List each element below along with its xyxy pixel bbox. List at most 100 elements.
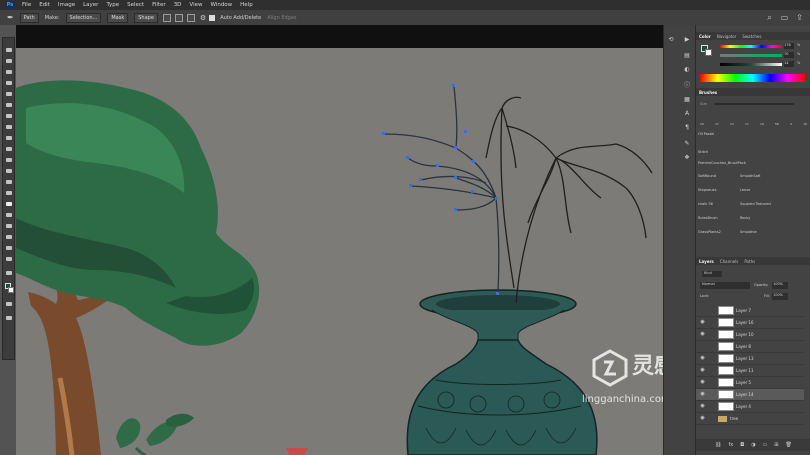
- brush-group-pack[interactable]: PlenemCouchez_BrushPack: [698, 158, 809, 167]
- channel-2-value[interactable]: 70: [784, 52, 794, 58]
- saturation-slider[interactable]: [720, 54, 782, 57]
- path-mode-select[interactable]: Path: [19, 12, 39, 23]
- layer-row[interactable]: ◉ Layer 16: [696, 317, 804, 329]
- eye-icon[interactable]: ◉: [699, 391, 706, 398]
- quick-select-tool-icon[interactable]: [5, 79, 13, 87]
- brush-row-4[interactable]: RulesBrush Rocky: [698, 213, 809, 222]
- brush-stitch[interactable]: Stitch: [698, 147, 809, 156]
- brush-row-3[interactable]: chalk 36 Squared Textured: [698, 199, 809, 208]
- history-icon[interactable]: ⟲: [666, 35, 676, 45]
- eye-icon[interactable]: ◉: [699, 331, 706, 338]
- preset-size-6[interactable]: 56: [775, 115, 779, 127]
- preset-size-7[interactable]: 4: [790, 115, 792, 127]
- layer-row[interactable]: ◉ Layer 13: [696, 353, 804, 365]
- eyedropper-tool-icon[interactable]: [5, 101, 13, 109]
- menu-layer[interactable]: Layer: [83, 2, 98, 8]
- gradient-tool-icon[interactable]: [5, 167, 13, 175]
- make-selection-button[interactable]: Selection...: [65, 12, 102, 23]
- hand-tool-icon[interactable]: [5, 244, 13, 252]
- brush-row-1[interactable]: SoftRound SmoothSoft: [698, 171, 809, 180]
- menu-help[interactable]: Help: [240, 2, 253, 8]
- layer-visibility-icon[interactable]: [699, 307, 706, 314]
- shape-tool-icon[interactable]: [5, 233, 13, 241]
- channel-3-value[interactable]: 14: [784, 61, 794, 67]
- info-icon[interactable]: ⓘ: [682, 81, 692, 91]
- document-canvas[interactable]: 灵感中国 lingganchina.com: [16, 48, 663, 455]
- brush-group-header[interactable]: Oil Pastel: [698, 129, 809, 138]
- layer-row[interactable]: ◉ Layer 5: [696, 377, 804, 389]
- properties-icon[interactable]: ▤: [682, 51, 692, 61]
- new-group-icon[interactable]: ▭: [763, 442, 768, 448]
- layer-group-row[interactable]: ◉ tree: [696, 413, 804, 425]
- tab-navigator[interactable]: Navigator: [717, 34, 737, 39]
- layer-filter-kind[interactable]: Kind: [702, 271, 722, 277]
- make-mask-button[interactable]: Mask: [107, 12, 129, 23]
- hue-slider[interactable]: [720, 45, 782, 48]
- path-selection-tool-icon[interactable]: [5, 222, 13, 230]
- blend-mode-select[interactable]: Normal: [700, 282, 750, 289]
- more-tools-icon[interactable]: [5, 269, 13, 277]
- layer-row[interactable]: Layer 8: [696, 341, 804, 353]
- anchor-points[interactable]: [382, 84, 499, 295]
- preset-size-3[interactable]: 13: [730, 115, 734, 127]
- eye-icon[interactable]: ◉: [699, 355, 706, 362]
- tab-paths[interactable]: Paths: [744, 259, 755, 264]
- eye-icon[interactable]: ◉: [699, 367, 706, 374]
- tab-color[interactable]: Color: [699, 34, 711, 39]
- history-brush-tool-icon[interactable]: [5, 145, 13, 153]
- share-icon[interactable]: ⇪: [795, 13, 804, 22]
- pen-tool-icon-toolbar[interactable]: [5, 200, 13, 208]
- quick-mask-icon[interactable]: [5, 300, 13, 308]
- preset-size-8[interactable]: 10: [803, 115, 807, 127]
- brightness-slider[interactable]: [720, 63, 782, 66]
- channel-1-value[interactable]: 176: [784, 43, 794, 49]
- workspace-icon[interactable]: ▭: [780, 13, 789, 22]
- make-shape-button[interactable]: Shape: [134, 12, 158, 23]
- menu-3d[interactable]: 3D: [174, 2, 182, 8]
- layer-style-icon[interactable]: fx: [728, 442, 733, 448]
- menu-select[interactable]: Select: [127, 2, 144, 8]
- brush-size-slider[interactable]: [714, 103, 794, 105]
- eye-icon[interactable]: ◉: [699, 319, 706, 326]
- layer-row-selected[interactable]: ◉ Layer 14: [696, 389, 804, 401]
- brush-row-5[interactable]: GrassPlants2 Smoothie: [698, 227, 809, 236]
- color-bg-swatch[interactable]: [705, 49, 712, 56]
- auto-add-delete-checkbox[interactable]: [209, 14, 216, 21]
- adjustments-icon[interactable]: ◐: [682, 65, 692, 75]
- actions-icon[interactable]: ▶: [682, 35, 692, 45]
- preset-size-4[interactable]: 17: [745, 115, 749, 127]
- character-icon[interactable]: A: [682, 109, 692, 119]
- eye-icon[interactable]: ◉: [699, 379, 706, 386]
- preset-size-1[interactable]: 10: [700, 115, 704, 127]
- menu-filter[interactable]: Filter: [152, 2, 166, 8]
- layer-row[interactable]: Layer 7: [696, 305, 804, 317]
- search-icon[interactable]: ⌕: [765, 13, 774, 22]
- preset-size-2[interactable]: 17: [715, 115, 719, 127]
- adjustment-layer-icon[interactable]: ◑: [751, 442, 755, 448]
- eraser-tool-icon[interactable]: [5, 156, 13, 164]
- color-spectrum[interactable]: [700, 74, 805, 82]
- move-tool-icon[interactable]: [5, 46, 13, 54]
- path-operations-icon[interactable]: [162, 13, 171, 22]
- crop-tool-icon[interactable]: [5, 90, 13, 98]
- layer-visibility-icon[interactable]: [699, 343, 706, 350]
- paragraph-icon[interactable]: ¶: [682, 123, 692, 133]
- background-color-swatch[interactable]: [8, 287, 14, 293]
- brush-tool-icon[interactable]: [5, 123, 13, 131]
- path-arrangement-icon[interactable]: [186, 13, 195, 22]
- link-layers-icon[interactable]: ⛓: [715, 442, 721, 448]
- lasso-tool-icon[interactable]: [5, 68, 13, 76]
- zoom-tool-icon[interactable]: [5, 255, 13, 263]
- path-alignment-icon[interactable]: [174, 13, 183, 22]
- marquee-tool-icon[interactable]: [5, 57, 13, 65]
- brush-settings-icon[interactable]: ✎: [682, 139, 692, 149]
- brush-row-2[interactable]: Stepneues Lense: [698, 185, 809, 194]
- tab-channels[interactable]: Channels: [720, 259, 739, 264]
- screen-mode-icon[interactable]: [5, 314, 13, 322]
- pen-tool-icon[interactable]: ✒: [7, 13, 14, 22]
- tab-swatches[interactable]: Swatches: [742, 34, 761, 39]
- eye-icon[interactable]: ◉: [699, 415, 706, 422]
- preset-size-5[interactable]: 14: [760, 115, 764, 127]
- eye-icon[interactable]: ◉: [699, 403, 706, 410]
- menu-image[interactable]: Image: [58, 2, 75, 8]
